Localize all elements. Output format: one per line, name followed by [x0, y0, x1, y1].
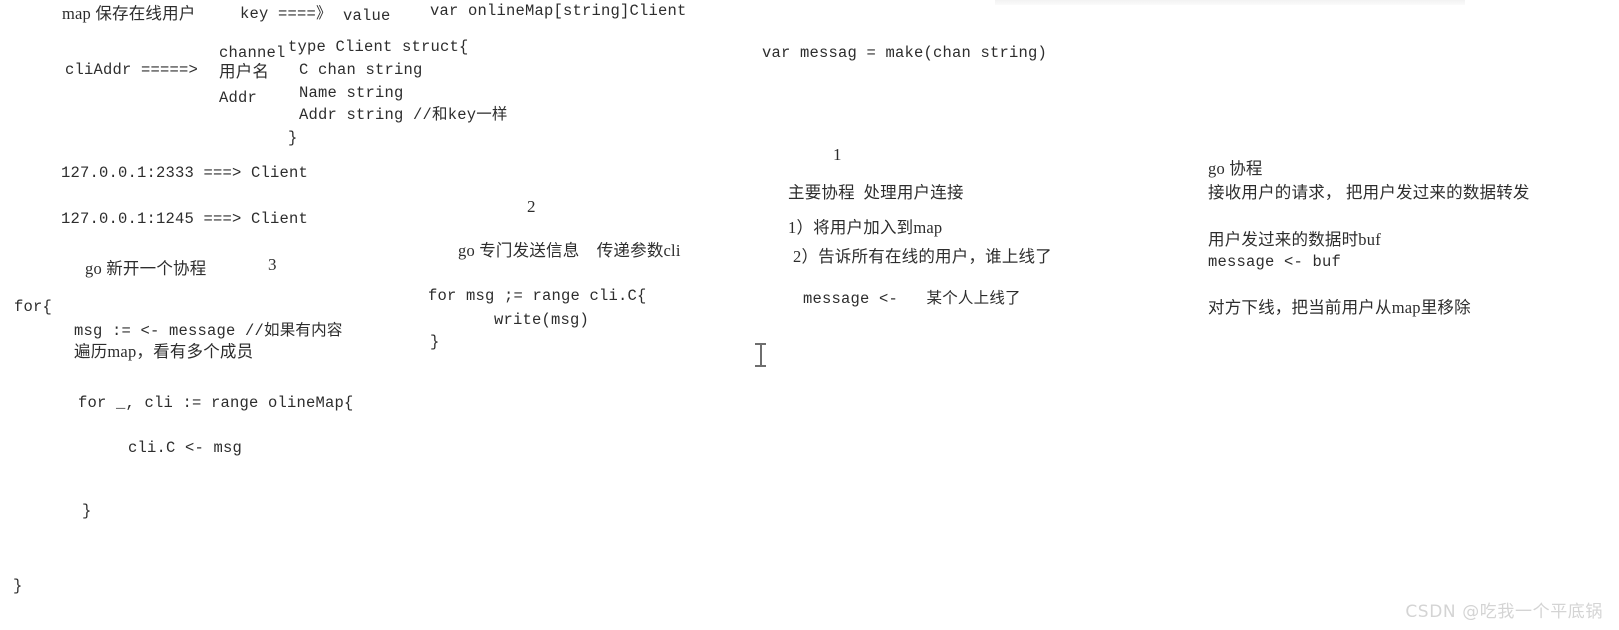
cli-c-send-line: cli.C <- msg	[128, 439, 243, 457]
message-buf-line: message <- buf	[1208, 253, 1342, 271]
addr-label: Addr	[219, 89, 258, 107]
for-range-online-map-line: for _, cli := range olineMap{	[78, 394, 354, 412]
main-goroutine-step-2: 2）告诉所有在线的用户，谁上线了	[793, 247, 1052, 266]
key-arrow-label: key ====》	[240, 5, 332, 23]
var-online-map-decl: var onlineMap[string]Client	[430, 2, 687, 20]
marker-1: 1	[833, 145, 842, 164]
receive-forward-line: 接收用户的请求， 把用户发过来的数据转发	[1208, 183, 1530, 202]
text-cursor-icon	[755, 343, 766, 367]
write-msg-line: write(msg)	[494, 311, 590, 329]
cli-addr-arrow-label: cliAddr =====>	[65, 61, 199, 79]
main-goroutine-step-1: 1）将用户加入到map	[788, 218, 943, 237]
traverse-map-line: 遍历map，看有多个成员	[74, 342, 254, 361]
go-send-info-label: go 专门发送信息 传递参数cli	[458, 241, 681, 260]
username-label: 用户名	[219, 62, 270, 81]
client-row-2: 127.0.0.1:1245 ===> Client	[61, 210, 309, 228]
var-messag-decl: var messag = make(chan string)	[762, 44, 1048, 62]
top-edge-strip	[995, 0, 1465, 5]
csdn-watermark: CSDN @吃我一个平底锅	[1405, 602, 1603, 622]
client-row-1: 127.0.0.1:2333 ===> Client	[61, 164, 309, 182]
client-struct-line-4: Addr string //和key一样	[299, 106, 508, 124]
client-struct-line-3: Name string	[299, 84, 404, 102]
value-label: value	[343, 7, 391, 25]
client-struct-line-5: }	[288, 129, 298, 147]
client-struct-line-2: C chan string	[299, 61, 423, 79]
inner-close-brace: }	[82, 502, 92, 520]
marker-2: 2	[527, 197, 536, 216]
outer-close-brace: }	[13, 577, 23, 595]
message-online-line: message <- 某个人上线了	[803, 290, 1021, 308]
user-data-buf-line: 用户发过来的数据时buf	[1208, 230, 1381, 249]
for-msg-range-line: for msg ;= range cli.C{	[428, 287, 647, 305]
for-open-brace: for{	[14, 298, 53, 316]
client-struct-line-1: type Client struct{	[288, 38, 469, 56]
map-header-label: map 保存在线用户	[62, 4, 196, 23]
go-goroutine-title: go 协程	[1208, 159, 1263, 178]
mid-close-brace: }	[430, 333, 440, 351]
marker-3: 3	[268, 255, 277, 274]
peer-offline-line: 对方下线，把当前用户从map里移除	[1208, 298, 1471, 317]
go-new-goroutine-label: go 新开一个协程	[85, 259, 207, 278]
main-goroutine-title: 主要协程 处理用户连接	[788, 183, 964, 202]
